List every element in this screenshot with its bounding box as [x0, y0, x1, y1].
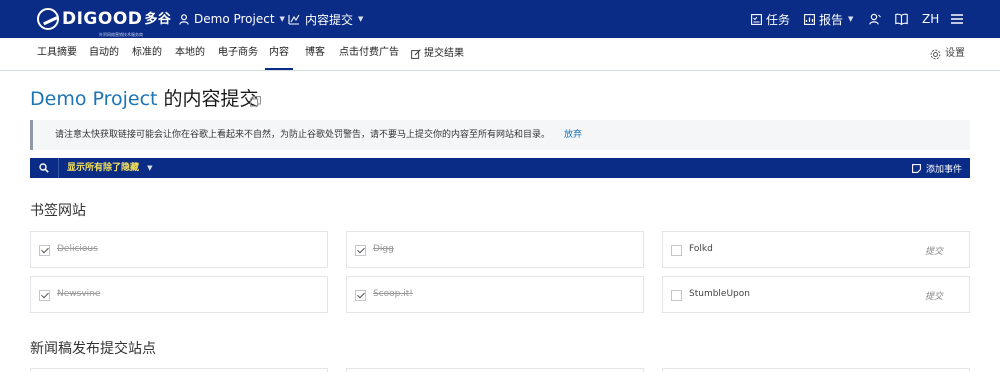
site-card: Digg	[346, 231, 644, 268]
site-card	[346, 368, 644, 372]
submit-link[interactable]: 提交	[925, 244, 943, 257]
filter-label: 显示所有除了隐藏	[67, 163, 140, 173]
tool-name: 内容提交	[305, 12, 354, 27]
checklist-icon	[751, 13, 762, 25]
language-label: ZH	[922, 12, 940, 26]
settings-label: 设置	[945, 48, 965, 59]
page-title-suffix: 的内容提交	[157, 88, 259, 110]
section-title-press-release: 新闻稿发布提交站点	[30, 341, 156, 357]
hamburger-icon	[951, 14, 963, 24]
site-name: Newsvine	[57, 289, 101, 299]
note-icon	[912, 163, 921, 173]
site-name: Scoop.it!	[373, 289, 413, 299]
site-checkbox[interactable]	[671, 245, 682, 256]
subnav-item-local[interactable]: 本地的	[175, 38, 205, 70]
reports-button[interactable]: 报告 ▼	[804, 0, 853, 38]
filter-bar: 显示所有除了隐藏 ▼ 添加事件	[30, 158, 970, 178]
account-button[interactable]	[869, 0, 881, 38]
project-name: Demo Project	[194, 12, 275, 26]
chevron-down-icon: ▼	[147, 164, 153, 172]
project-switcher[interactable]: Demo Project ▼	[179, 0, 285, 38]
site-checkbox[interactable]	[39, 245, 50, 256]
search-button[interactable]	[30, 158, 59, 178]
account-icon	[869, 13, 881, 25]
sub-navigation: 工具摘要 自动的 标准的 本地的 电子商务 内容 博客 点击付费广告 提交结果 …	[0, 38, 1000, 71]
site-name: StumbleUpon	[689, 289, 750, 299]
notice-text: 请注意太快获取链接可能会让你在谷歌上看起来不自然，为防止谷歌处罚警告，请不要马上…	[55, 130, 551, 140]
site-card	[30, 368, 328, 372]
site-checkbox[interactable]	[671, 290, 682, 301]
site-card: StumbleUpon 提交	[662, 276, 970, 313]
subnav-item-submission-results[interactable]: 提交结果	[411, 38, 464, 70]
site-name: Digg	[373, 244, 394, 254]
site-card: Newsvine	[30, 276, 328, 313]
subnav-item-standard[interactable]: 标准的	[132, 38, 162, 70]
settings-button[interactable]: 设置	[930, 38, 965, 70]
reports-label: 报告	[819, 12, 844, 27]
site-checkbox[interactable]	[355, 245, 366, 256]
subnav-item-automatic[interactable]: 自动的	[89, 38, 119, 70]
subnav-item-label: 提交结果	[424, 48, 464, 59]
book-icon	[895, 13, 908, 25]
site-card: Scoop.it!	[346, 276, 644, 313]
brand-logo[interactable]: DIGOOD 多谷 外贸网络营销技术服务商	[37, 8, 172, 37]
subnav-item-ppc[interactable]: 点击付费广告	[339, 38, 399, 70]
warning-notice: 请注意太快获取链接可能会让你在谷歌上看起来不自然，为防止谷歌处罚警告，请不要马上…	[30, 120, 970, 150]
gear-icon	[930, 49, 941, 59]
site-name: Folkd	[689, 244, 713, 254]
chevron-down-icon: ▼	[848, 15, 854, 23]
top-bar: DIGOOD 多谷 外贸网络营销技术服务商 Demo Project ▼ 内容提…	[0, 0, 1000, 38]
chevron-down-icon: ▼	[279, 15, 285, 23]
tool-switcher[interactable]: 内容提交 ▼	[288, 0, 363, 38]
page-title-project[interactable]: Demo Project	[30, 88, 158, 110]
tasks-label: 任务	[766, 12, 791, 27]
page-title: Demo Project 的内容提交	[30, 84, 259, 111]
brand-name-cn: 多谷	[144, 11, 172, 27]
logo-icon	[37, 8, 59, 30]
visibility-filter-dropdown[interactable]: 显示所有除了隐藏 ▼	[67, 158, 153, 178]
dismiss-link[interactable]: 放弃	[564, 130, 582, 140]
site-card: Delicious	[30, 231, 328, 268]
brand-name: DIGOOD	[62, 8, 143, 29]
menu-button[interactable]	[951, 0, 963, 38]
site-checkbox[interactable]	[355, 290, 366, 301]
subnav-item-content[interactable]: 内容	[265, 38, 293, 70]
search-icon	[39, 163, 49, 173]
section-title-bookmarking: 书签网站	[30, 203, 86, 219]
chart-icon	[288, 14, 300, 25]
report-icon	[804, 13, 815, 25]
edit-icon	[411, 49, 421, 59]
add-event-label: 添加事件	[925, 164, 962, 175]
site-card: Folkd 提交	[662, 231, 970, 268]
site-checkbox[interactable]	[39, 290, 50, 301]
copy-icon[interactable]	[250, 92, 261, 111]
help-button[interactable]	[895, 0, 908, 38]
user-icon	[179, 13, 189, 25]
chevron-down-icon: ▼	[358, 15, 364, 23]
add-event-button[interactable]: 添加事件	[912, 158, 962, 178]
tasks-button[interactable]: 任务	[751, 0, 790, 38]
subnav-item-blog[interactable]: 博客	[305, 38, 325, 70]
submit-link[interactable]: 提交	[925, 289, 943, 302]
site-card	[662, 368, 970, 372]
language-switcher[interactable]: ZH	[922, 0, 939, 38]
site-name: Delicious	[57, 244, 98, 254]
subnav-item-summary[interactable]: 工具摘要	[37, 38, 77, 70]
subnav-item-ecommerce[interactable]: 电子商务	[218, 38, 258, 70]
